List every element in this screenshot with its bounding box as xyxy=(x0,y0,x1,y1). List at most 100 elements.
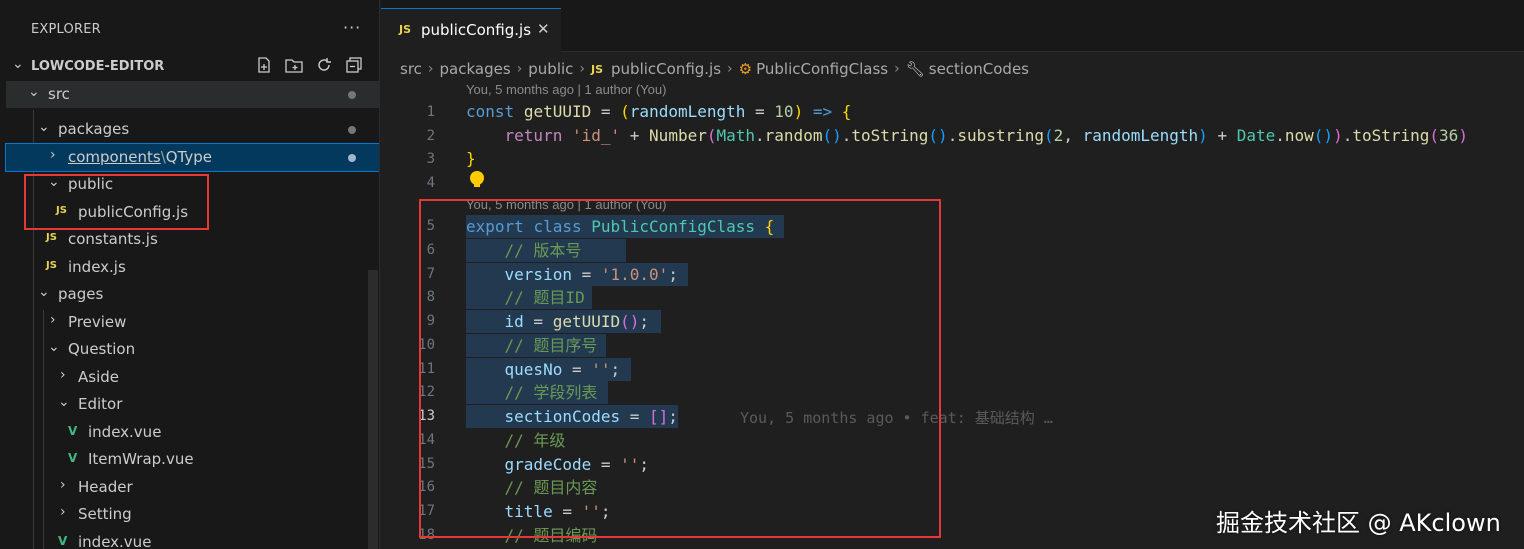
token: Date xyxy=(1236,126,1276,145)
token: 10 xyxy=(774,102,794,121)
token: 36 xyxy=(1439,126,1459,145)
code-line-3[interactable]: } xyxy=(466,147,476,170)
token: Number xyxy=(649,126,707,145)
tree-label: constants.js xyxy=(68,230,158,248)
property-symbol-icon: 🔧︎ xyxy=(905,60,925,78)
highlight-box-public xyxy=(24,174,209,230)
tree-folder-src[interactable]: ⌄ src xyxy=(6,81,379,108)
tree-file-editor-index-vue[interactable]: V index.vue xyxy=(6,419,379,446)
breadcrumb: src › packages › public › JS publicConfi… xyxy=(400,58,1029,80)
chevron-right-icon: › xyxy=(894,61,900,77)
tree-label: Setting xyxy=(78,505,132,523)
chevron-right-icon: › xyxy=(50,147,56,163)
breadcrumb-class[interactable]: PublicConfigClass xyxy=(756,60,888,78)
token: substring xyxy=(957,126,1045,145)
token: randomLength xyxy=(629,102,746,121)
tree-folder-header[interactable]: › Header xyxy=(6,474,379,501)
js-file-icon: JS xyxy=(46,260,57,271)
tab-publicconfig[interactable]: JS publicConfig.js ✕ xyxy=(381,8,561,52)
chevron-right-icon: › xyxy=(50,312,56,328)
lightbulb-icon[interactable] xyxy=(470,171,484,187)
breadcrumb-src[interactable]: src xyxy=(400,60,422,78)
line-number: 2 xyxy=(426,128,435,144)
project-actions xyxy=(254,56,364,76)
modified-dot-icon xyxy=(348,154,356,162)
tree-file-itemwrap-vue[interactable]: V ItemWrap.vue xyxy=(6,446,379,473)
code-line-2[interactable]: return 'id_' + Number(Math.random().toSt… xyxy=(466,124,1468,147)
tree-file-question-index-vue[interactable]: V index.vue xyxy=(6,529,379,549)
breadcrumb-file[interactable]: publicConfig.js xyxy=(611,60,721,78)
tree-label: components\QType xyxy=(68,148,212,166)
breadcrumb-public[interactable]: public xyxy=(528,60,573,78)
token: 'id_' xyxy=(571,126,621,145)
explorer-title: EXPLORER xyxy=(31,22,101,37)
tree-folder-aside[interactable]: › Aside xyxy=(6,364,379,391)
vue-file-icon: V xyxy=(68,424,78,438)
sidebar-scrollbar[interactable] xyxy=(368,270,378,549)
tree-folder-packages[interactable]: ⌄ packages xyxy=(6,116,379,143)
chevron-right-icon: › xyxy=(727,61,733,77)
token: getUUID xyxy=(523,102,592,121)
chevron-down-icon: ⌄ xyxy=(38,119,50,135)
class-symbol-icon: ⚙ xyxy=(738,60,753,78)
tree-folder-editor[interactable]: ⌄ Editor xyxy=(6,391,379,418)
tree-file-index-js[interactable]: JS index.js xyxy=(6,254,379,281)
tree-file-constants[interactable]: JS constants.js xyxy=(6,226,379,253)
token: Math xyxy=(716,126,756,145)
tree-folder-pages[interactable]: ⌄ pages xyxy=(6,281,379,308)
close-icon[interactable]: ✕ xyxy=(537,20,550,38)
highlight-box-class xyxy=(419,199,941,538)
tree-label: Question xyxy=(68,340,136,358)
chevron-right-icon: › xyxy=(427,61,434,77)
chevron-down-icon: ⌄ xyxy=(48,339,60,355)
chevron-down-icon: ⌄ xyxy=(28,84,40,100)
modified-dot-icon xyxy=(348,91,356,99)
token: toString xyxy=(1352,126,1430,145)
tree-label: index.js xyxy=(68,258,126,276)
line-number: 3 xyxy=(426,151,435,167)
breadcrumb-packages[interactable]: packages xyxy=(440,60,511,78)
tab-label: publicConfig.js xyxy=(421,21,532,39)
chevron-right-icon: › xyxy=(579,61,586,77)
tree-label: ItemWrap.vue xyxy=(88,450,194,468)
vue-file-icon: V xyxy=(58,534,68,548)
tree-label: src xyxy=(48,85,70,103)
chevron-right-icon: › xyxy=(60,504,66,520)
js-file-icon: JS xyxy=(46,232,57,243)
codelens-author[interactable]: You, 5 months ago | 1 author (You) xyxy=(466,82,666,97)
tree-label: Header xyxy=(78,478,133,496)
project-header[interactable]: ⌄ LOWCODE-EDITOR xyxy=(6,56,379,78)
js-file-icon: JS xyxy=(591,62,604,76)
chevron-right-icon: › xyxy=(60,477,66,493)
tree-folder-components-qtype[interactable]: › components\QType xyxy=(5,143,379,172)
tree-label: index.vue xyxy=(78,533,152,549)
tree-label: Editor xyxy=(78,395,123,413)
tree-folder-setting[interactable]: › Setting xyxy=(6,501,379,528)
watermark: 掘金技术社区 @ AKclown xyxy=(1216,509,1501,537)
collapse-all-icon[interactable] xyxy=(344,56,364,76)
project-name: LOWCODE-EDITOR xyxy=(31,59,165,74)
modified-dot-icon xyxy=(348,126,356,134)
tree-folder-question[interactable]: ⌄ Question xyxy=(6,336,379,363)
tree-folder-preview[interactable]: › Preview xyxy=(6,309,379,336)
code-line-1[interactable]: const getUUID = (randomLength = 10) => { xyxy=(466,100,851,123)
explorer-sidebar: EXPLORER ··· ⌄ LOWCODE-EDITOR ⌄ src ⌄ pa… xyxy=(0,0,380,549)
new-file-icon[interactable] xyxy=(254,56,274,76)
refresh-icon[interactable] xyxy=(314,56,334,76)
tree-label: Aside xyxy=(78,368,119,386)
chevron-right-icon: › xyxy=(60,367,66,383)
tree-label: pages xyxy=(58,285,104,303)
js-file-icon: JS xyxy=(399,23,412,36)
token: toString xyxy=(851,126,929,145)
line-number: 1 xyxy=(426,104,435,120)
tree-label: index.vue xyxy=(88,423,162,441)
new-folder-icon[interactable] xyxy=(284,56,304,76)
token: const xyxy=(466,102,515,121)
line-number: 4 xyxy=(426,175,435,191)
more-actions-icon[interactable]: ··· xyxy=(343,18,361,37)
chevron-down-icon: ⌄ xyxy=(38,284,50,300)
tree-label-qtype: QType xyxy=(165,148,213,166)
breadcrumb-member[interactable]: sectionCodes xyxy=(929,60,1029,78)
chevron-right-icon: › xyxy=(516,61,523,77)
chevron-down-icon: ⌄ xyxy=(12,56,24,72)
